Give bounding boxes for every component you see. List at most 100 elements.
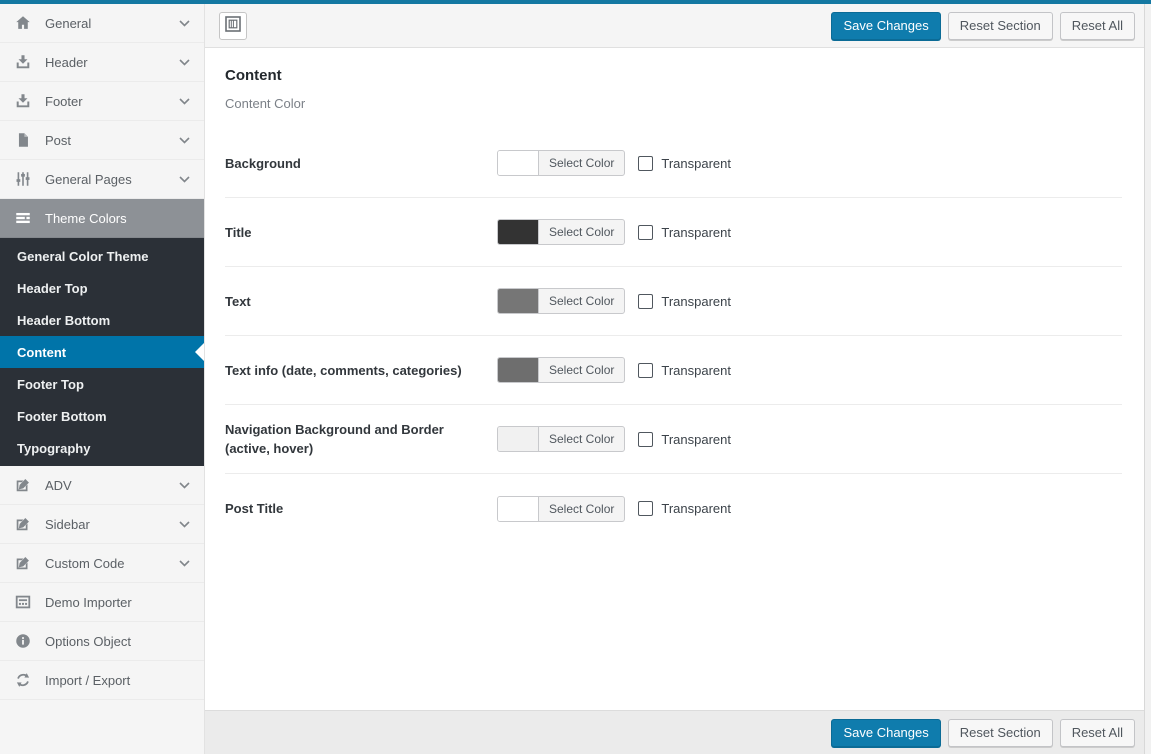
section-body: Content Content Color Background Select … [205, 48, 1144, 710]
top-toolbar: Save Changes Reset Section Reset All [205, 4, 1144, 48]
chevron-down-icon [179, 136, 190, 144]
color-picker-button[interactable]: Select Color [497, 495, 626, 522]
post-icon [13, 131, 33, 149]
sidebar-item-general[interactable]: General [0, 4, 204, 43]
chevron-down-icon [179, 481, 190, 489]
color-picker-button[interactable]: Select Color [497, 219, 626, 245]
reset-all-button[interactable]: Reset All [1059, 11, 1135, 40]
reset-section-button-bottom[interactable]: Reset Section [947, 718, 1053, 747]
sidebar-item-adv[interactable]: ADV [0, 466, 204, 505]
color-swatch [498, 289, 539, 313]
option-row-background: Background Select Color Transparent [225, 129, 1122, 198]
transparent-checkbox[interactable] [638, 293, 654, 309]
option-label: Post Title [225, 501, 284, 516]
sidebar-item-label: General Pages [45, 171, 132, 187]
submenu-item-label: Content [17, 344, 67, 360]
option-row-text: Text Select Color Transparent [225, 267, 1122, 336]
transparent-label: Transparent [661, 293, 731, 309]
edit-icon [13, 515, 33, 533]
submenu-item-label: Header Bottom [17, 312, 111, 328]
option-controls: Select Color Transparent [497, 150, 731, 176]
layout-icon [225, 16, 241, 35]
section-subtitle: Content Color [225, 96, 306, 111]
submenu-item-content-active[interactable]: Content [0, 336, 204, 368]
color-swatch [498, 427, 539, 451]
submenu-item-footer-top[interactable]: Footer Top [0, 368, 204, 400]
submenu-item-label: Typography [17, 440, 91, 456]
sidebar-item-label: Import / Export [45, 672, 131, 688]
color-picker-button[interactable]: Select Color [497, 357, 626, 383]
select-color-label: Select Color [549, 501, 615, 516]
option-controls: Select Color Transparent [497, 426, 731, 452]
chevron-down-icon [179, 175, 190, 183]
edit-icon [13, 476, 33, 494]
reset-all-button-bottom[interactable]: Reset All [1059, 718, 1135, 747]
submenu-item-general-color-theme[interactable]: General Color Theme [0, 240, 204, 272]
info-icon [13, 632, 33, 650]
submenu-item-label: Footer Top [17, 376, 84, 392]
sidebar-item-options-object[interactable]: Options Object [0, 622, 204, 661]
transparent-label: Transparent [661, 224, 731, 240]
option-label: Navigation Background and Border (active… [225, 422, 444, 456]
sidebar-item-general-pages[interactable]: General Pages [0, 160, 204, 199]
color-picker-button[interactable]: Select Color [497, 288, 626, 314]
sidebar-item-header[interactable]: Header [0, 43, 204, 82]
save-changes-button[interactable]: Save Changes [831, 11, 941, 40]
select-color-label: Select Color [549, 156, 615, 170]
download-icon [13, 92, 33, 110]
color-swatch [498, 151, 539, 175]
sidebar-item-footer[interactable]: Footer [0, 82, 204, 121]
theme-colors-submenu: General Color Theme Header Top Header Bo… [0, 238, 204, 466]
expand-options-button[interactable] [219, 11, 247, 40]
color-picker-button[interactable]: Select Color [497, 426, 626, 452]
sidebar-item-sidebar[interactable]: Sidebar [0, 505, 204, 544]
submenu-item-header-bottom[interactable]: Header Bottom [0, 304, 204, 336]
transparent-checkbox[interactable] [638, 431, 654, 447]
sidebar-item-label: Footer [45, 93, 83, 109]
option-controls: Select Color Transparent [497, 219, 731, 245]
submenu-item-footer-bottom[interactable]: Footer Bottom [0, 400, 204, 432]
sidebar-item-label: Options Object [45, 633, 131, 649]
save-changes-button-bottom[interactable]: Save Changes [831, 718, 941, 747]
reset-section-button[interactable]: Reset Section [947, 11, 1053, 40]
sidebar-item-label: Theme Colors [45, 210, 127, 226]
sidebar: General Header Footer Post General Pages… [0, 4, 205, 754]
select-color-label: Select Color [549, 225, 615, 239]
sidebar-item-label: ADV [45, 477, 72, 493]
content-panel: Save Changes Reset Section Reset All Con… [205, 4, 1145, 754]
submenu-item-header-top[interactable]: Header Top [0, 272, 204, 304]
transparent-checkbox[interactable] [638, 362, 654, 378]
chevron-down-icon [179, 97, 190, 105]
option-row-post-title: Post Title Select Color Transparent [225, 474, 1122, 543]
option-row-navigation: Navigation Background and Border (active… [225, 405, 1122, 474]
sidebar-filler [0, 700, 204, 754]
chevron-down-icon [179, 520, 190, 528]
submenu-item-typography[interactable]: Typography [0, 432, 204, 464]
submenu-item-label: General Color Theme [17, 248, 149, 264]
theme-options-panel: General Header Footer Post General Pages… [0, 0, 1151, 754]
transparent-checkbox[interactable] [638, 155, 654, 171]
submenu-item-label: Header Top [17, 280, 88, 296]
lines-icon [13, 209, 33, 227]
sidebar-item-import-export[interactable]: Import / Export [0, 661, 204, 700]
sidebar-item-custom-code[interactable]: Custom Code [0, 544, 204, 583]
transparent-label: Transparent [661, 362, 731, 378]
sidebar-item-demo-importer[interactable]: Demo Importer [0, 583, 204, 622]
main-layout: General Header Footer Post General Pages… [0, 4, 1151, 754]
option-row-title: Title Select Color Transparent [225, 198, 1122, 267]
color-picker-button[interactable]: Select Color [497, 150, 626, 176]
transparent-checkbox[interactable] [638, 224, 654, 240]
option-label: Title [225, 224, 252, 240]
download-icon [13, 53, 33, 71]
option-label: Text info (date, comments, categories) [225, 362, 462, 378]
sidebar-item-theme-colors[interactable]: Theme Colors [0, 199, 204, 238]
select-color-label: Select Color [549, 294, 615, 308]
transparent-checkbox[interactable] [638, 501, 654, 516]
sidebar-item-post[interactable]: Post [0, 121, 204, 160]
color-swatch [498, 220, 539, 244]
screen-icon [13, 593, 33, 611]
sidebar-item-label: Custom Code [45, 555, 125, 571]
select-color-label: Select Color [549, 432, 615, 446]
select-color-label: Select Color [549, 363, 615, 377]
transparent-label: Transparent [661, 501, 731, 516]
